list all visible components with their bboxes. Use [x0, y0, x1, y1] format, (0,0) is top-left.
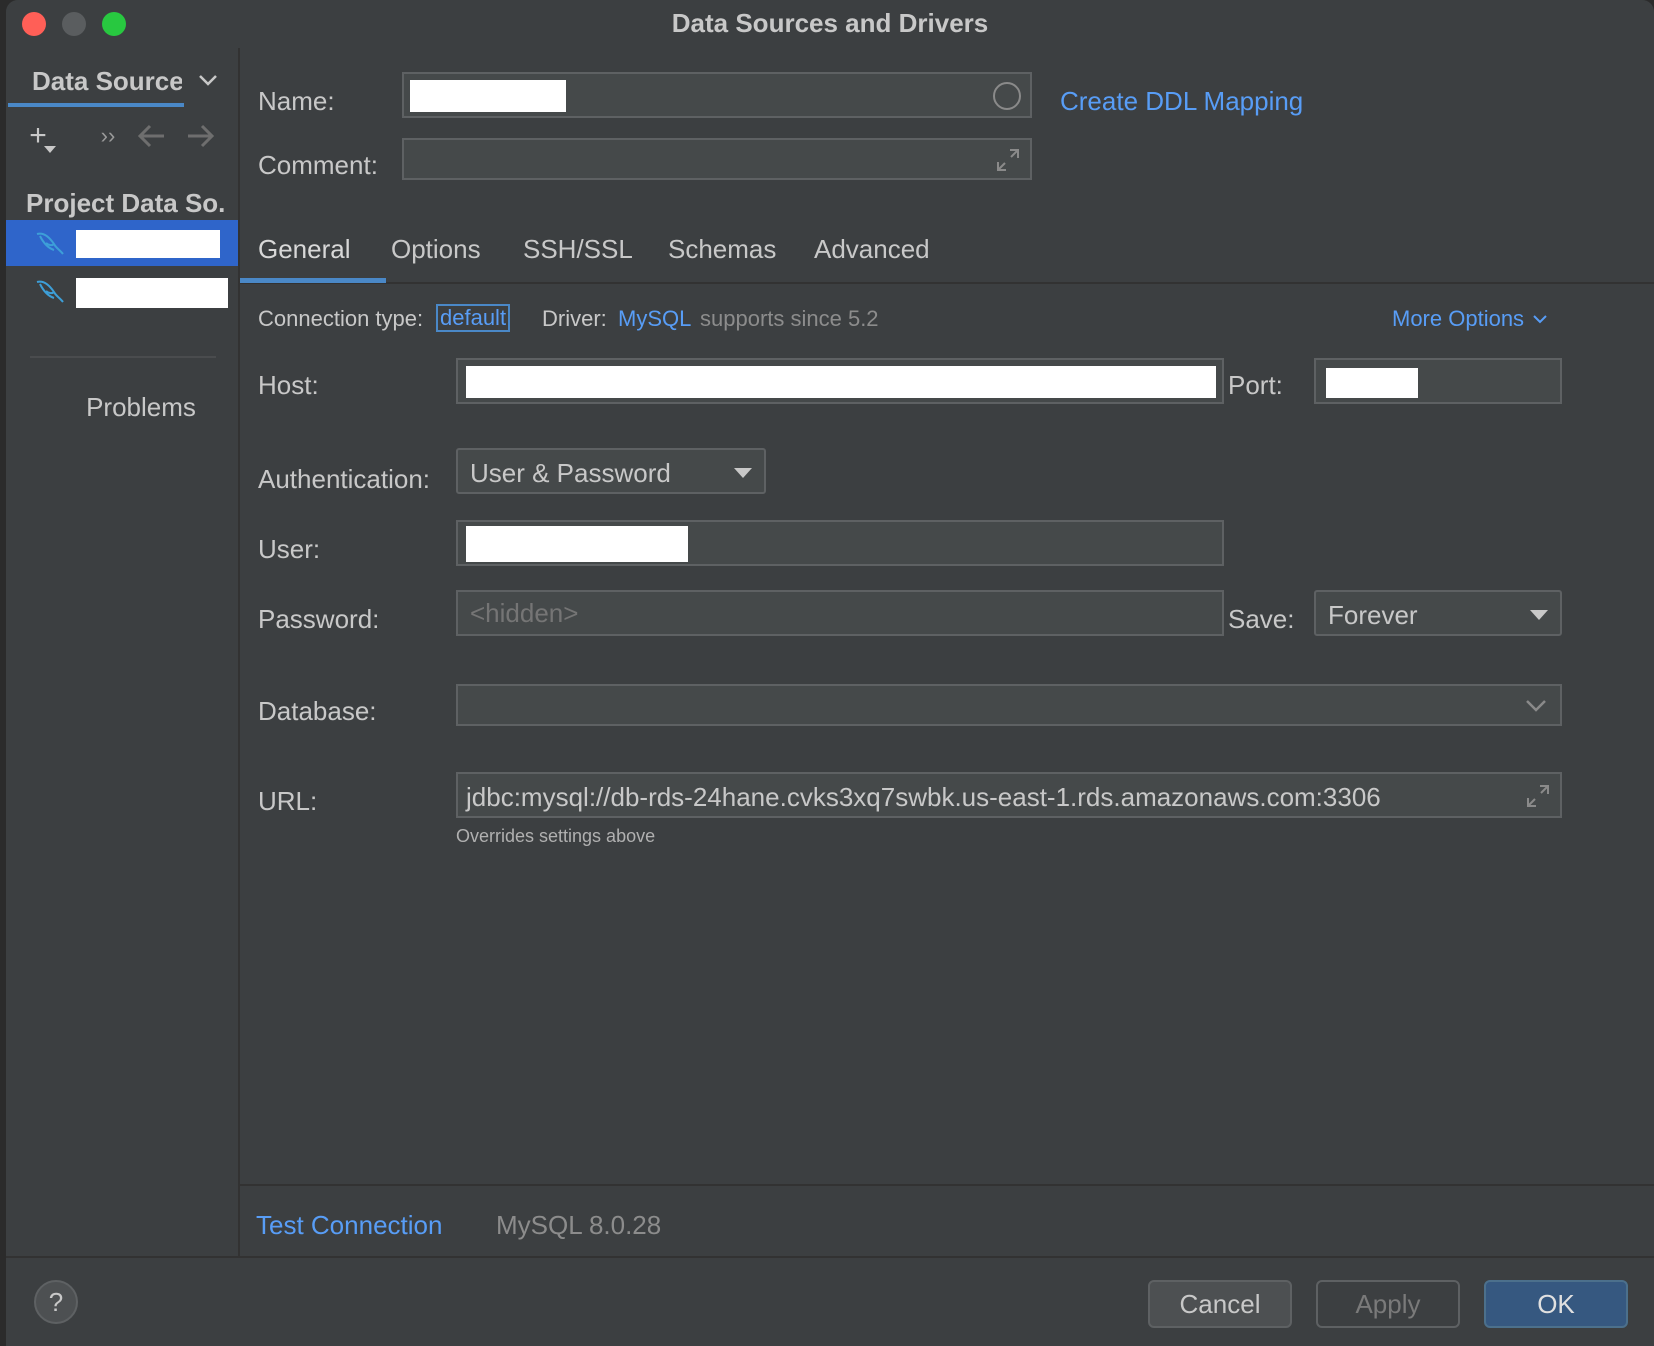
- tab-options[interactable]: Options: [391, 234, 481, 265]
- password-field[interactable]: [456, 590, 1224, 636]
- password-label: Password:: [258, 604, 380, 634]
- ok-button[interactable]: OK: [1484, 1280, 1628, 1328]
- url-field[interactable]: jdbc:mysql://db-rds-24hane.cvks3xq7swbk.…: [456, 772, 1562, 818]
- redacted-name-value: [410, 80, 566, 112]
- window-title: Data Sources and Drivers: [671, 8, 989, 38]
- save-select[interactable]: Forever: [1314, 590, 1562, 636]
- color-circle-icon[interactable]: [992, 81, 1022, 111]
- tab-schemas[interactable]: Schemas: [668, 234, 776, 265]
- redacted-host-value: [466, 366, 1216, 398]
- dialog-footer: ? Cancel Apply OK: [6, 1256, 1654, 1346]
- port-label: Port:: [1228, 370, 1283, 400]
- redacted-datasource-name: [76, 278, 228, 308]
- name-label: Name:: [258, 86, 335, 116]
- user-field[interactable]: [456, 520, 1224, 566]
- help-button[interactable]: ?: [34, 1280, 78, 1324]
- database-label: Database:: [258, 696, 377, 726]
- tab-ssh-ssl[interactable]: SSH/SSL: [523, 234, 633, 265]
- connection-type-label: Connection type:: [258, 306, 424, 331]
- main-panel: Name: Create DDL Mapping Comment: Genera…: [240, 48, 1654, 1256]
- comment-field[interactable]: [402, 138, 1032, 180]
- apply-button[interactable]: Apply: [1316, 1280, 1460, 1328]
- expand-icon[interactable]: [996, 148, 1020, 172]
- tabs-baseline: [240, 282, 1654, 284]
- tab-advanced[interactable]: Advanced: [814, 234, 930, 265]
- driver-link[interactable]: MySQL: [618, 306, 691, 332]
- url-hint: Overrides settings above: [456, 826, 656, 846]
- project-data-sources-heading: Project Data So.: [26, 188, 226, 218]
- add-dropdown-icon[interactable]: [44, 146, 56, 154]
- tab-general[interactable]: General: [258, 234, 351, 265]
- sidebar-header[interactable]: Data Source: [32, 66, 182, 97]
- data-sources-dialog: Data Sources and Drivers Data Source + ›…: [6, 0, 1654, 1346]
- user-label: User:: [258, 534, 321, 564]
- chevron-down-icon[interactable]: [1532, 312, 1548, 326]
- cancel-button[interactable]: Cancel: [1148, 1280, 1292, 1328]
- redacted-datasource-name: [76, 230, 220, 258]
- name-field[interactable]: [402, 72, 1032, 118]
- save-value: Forever: [1328, 600, 1418, 630]
- chevron-down-icon[interactable]: [196, 68, 220, 92]
- create-ddl-mapping-link[interactable]: Create DDL Mapping: [1060, 86, 1303, 117]
- sidebar-toolbar: + ››: [18, 118, 238, 158]
- server-version: MySQL 8.0.28: [496, 1210, 662, 1240]
- dropdown-arrow-icon: [734, 468, 752, 478]
- active-tab-indicator: [240, 278, 386, 283]
- forward-arrow-icon[interactable]: [186, 124, 216, 148]
- redacted-port-value: [1326, 368, 1418, 398]
- mysql-dolphin-icon: [36, 280, 64, 303]
- datasource-item-2[interactable]: [6, 268, 238, 314]
- authentication-label: Authentication:: [258, 464, 431, 494]
- url-label: URL:: [258, 786, 318, 816]
- redacted-user-value: [466, 526, 688, 562]
- problems-item[interactable]: Problems: [6, 392, 276, 423]
- test-connection-link[interactable]: Test Connection: [256, 1210, 442, 1241]
- driver-note: supports since 5.2: [700, 306, 879, 331]
- driver-label: Driver:: [542, 306, 607, 331]
- url-value: jdbc:mysql://db-rds-24hane.cvks3xq7swbk.…: [466, 782, 1381, 812]
- datasource-item-1[interactable]: [6, 220, 238, 266]
- authentication-select[interactable]: User & Password: [456, 448, 766, 494]
- dropdown-arrow-icon: [1530, 610, 1548, 620]
- database-field[interactable]: [456, 684, 1562, 726]
- title-bar: Data Sources and Drivers: [6, 0, 1654, 48]
- authentication-value: User & Password: [470, 458, 671, 488]
- expand-icon[interactable]: [1526, 784, 1550, 808]
- sidebar-divider: [30, 356, 216, 358]
- back-arrow-icon[interactable]: [136, 124, 166, 148]
- host-field[interactable]: [456, 358, 1224, 404]
- more-options-link[interactable]: More Options: [1392, 306, 1524, 332]
- chevron-down-icon[interactable]: [1524, 698, 1548, 714]
- mysql-dolphin-icon: [36, 232, 64, 255]
- more-actions-icon[interactable]: ››: [90, 118, 126, 154]
- sidebar-header-underline: [8, 103, 184, 107]
- port-field[interactable]: [1314, 358, 1562, 404]
- connection-type-value[interactable]: default: [436, 304, 511, 332]
- status-separator: [240, 1184, 1654, 1186]
- save-label: Save:: [1228, 604, 1295, 634]
- comment-label: Comment:: [258, 150, 378, 180]
- host-label: Host:: [258, 370, 319, 400]
- sidebar: Data Source + ›› Project Data So. Proble…: [6, 48, 238, 1256]
